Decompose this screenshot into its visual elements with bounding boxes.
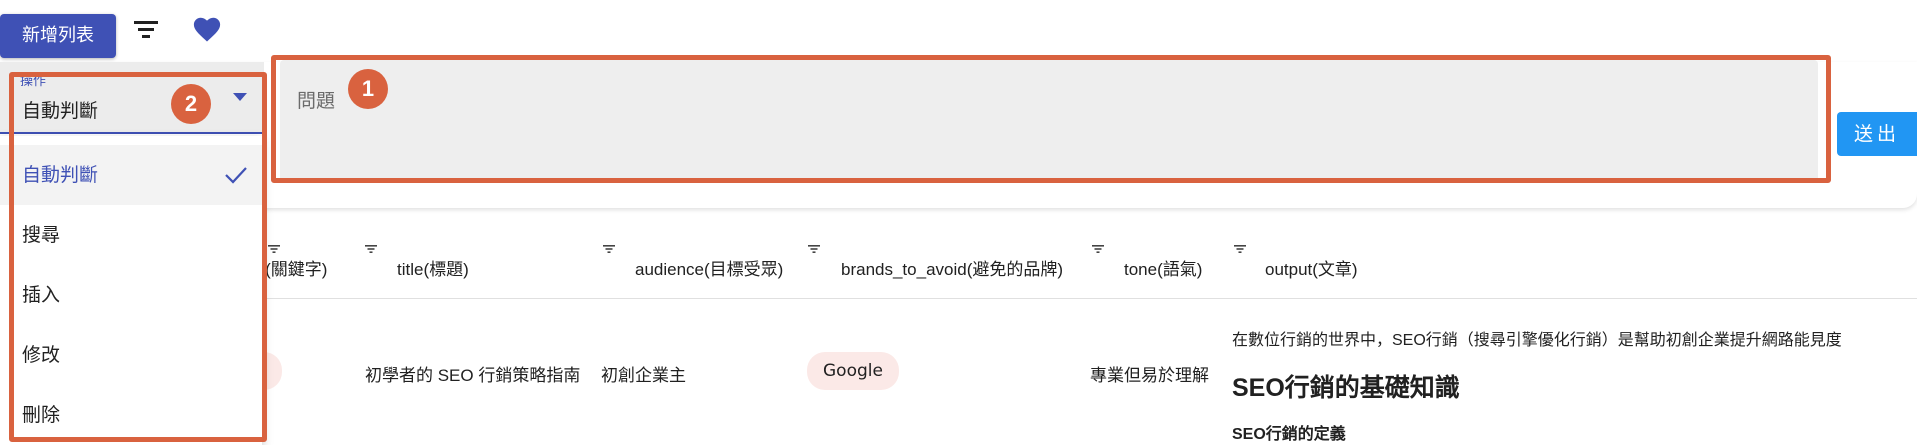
- annotation-box-1: [271, 55, 1831, 183]
- cell-output-heading: SEO行銷的基礎知識: [1232, 374, 1460, 402]
- cell-tone: 專業但易於理解: [1090, 366, 1209, 385]
- heart-icon[interactable]: [192, 15, 222, 43]
- send-button[interactable]: 送出: [1837, 112, 1917, 156]
- cell-audience: 初創企業主: [601, 366, 686, 385]
- new-list-button[interactable]: 新增列表: [0, 14, 116, 58]
- column-header-brands-to-avoid[interactable]: brands_to_avoid(避免的品牌): [841, 255, 1063, 280]
- cell-output-intro: 在數位行銷的世界中，SEO行銷（搜尋引擎優化行銷）是幫助初創企業提升網路能見度: [1232, 332, 1842, 349]
- annotation-badge-1: 1: [348, 69, 388, 109]
- cell-title: 初學者的 SEO 行銷策略指南: [365, 366, 581, 385]
- column-header-tone[interactable]: tone(語氣): [1124, 255, 1202, 280]
- column-header-title[interactable]: title(標題): [397, 255, 469, 280]
- cell-brands-chip: Google: [807, 352, 899, 390]
- column-header-audience[interactable]: audience(目標受眾): [635, 255, 783, 280]
- sort-icon[interactable]: [365, 244, 377, 254]
- sort-icon[interactable]: [1092, 244, 1104, 254]
- column-header-output[interactable]: output(文章): [1265, 255, 1358, 280]
- sort-icon[interactable]: [808, 244, 820, 254]
- filter-icon[interactable]: [133, 18, 159, 40]
- sort-icon[interactable]: [1234, 244, 1246, 254]
- sort-icon[interactable]: [268, 244, 280, 254]
- cell-output-subheading: SEO行銷的定義: [1232, 426, 1346, 443]
- sort-icon[interactable]: [603, 244, 615, 254]
- annotation-box-2: [9, 72, 267, 442]
